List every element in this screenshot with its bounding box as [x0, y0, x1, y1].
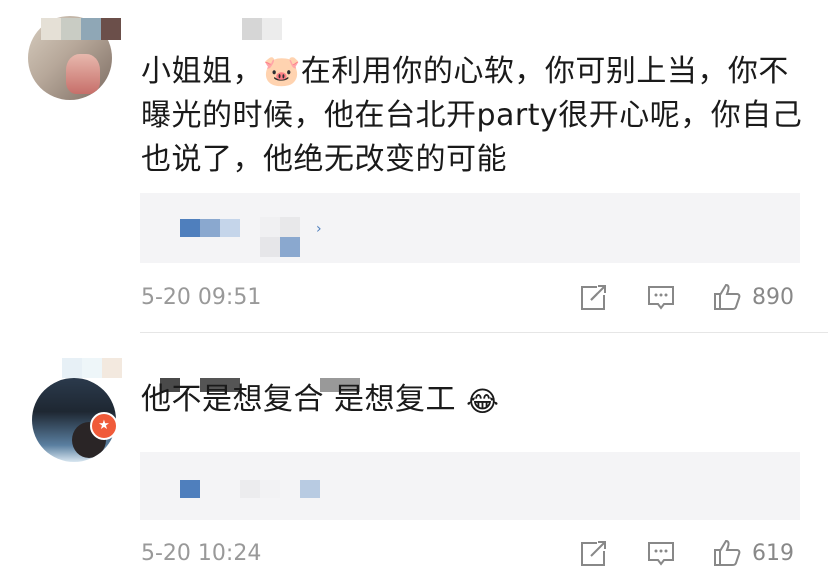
expand-arrow-icon[interactable]: ›: [316, 221, 322, 237]
comment-time: 5-20 10:24: [141, 541, 262, 566]
reply-author-mosaic[interactable]: [180, 480, 200, 498]
comment-text: 小姐姐，🐷在利用你的心软，你可别上当，你不曝光的时候，他在台北开party很开心…: [141, 54, 803, 177]
laughing-face-icon: 😂: [466, 385, 500, 418]
comment-text-content: 他不是想复合 是想复工: [141, 382, 457, 417]
username-mosaic[interactable]: [41, 18, 121, 40]
username-mosaic[interactable]: [62, 358, 122, 378]
username-mosaic[interactable]: [242, 18, 282, 40]
comment-item: 小姐姐，🐷在利用你的心软，你可别上当，你不曝光的时候，他在台北开party很开心…: [0, 0, 828, 334]
comment-footer: 5-20 10:24 619: [0, 538, 828, 572]
like-count: 890: [752, 285, 794, 310]
reply-author-mosaic[interactable]: [240, 480, 280, 498]
comment-icon[interactable]: [646, 282, 676, 312]
divider: [140, 332, 828, 333]
share-icon[interactable]: [579, 538, 609, 568]
reply-author-mosaic[interactable]: [300, 480, 320, 498]
like-count: 619: [752, 541, 794, 566]
reply-preview[interactable]: ›: [140, 193, 800, 263]
comment-item: ★ 他不是想复合 是想复工 😂 5-20 10:24 619: [0, 334, 828, 586]
verified-badge-icon: ★: [90, 412, 118, 440]
reply-preview[interactable]: [140, 452, 800, 520]
thumbs-up-icon[interactable]: [712, 282, 742, 312]
share-icon[interactable]: [579, 282, 609, 312]
comment-footer: 5-20 09:51 890: [0, 282, 828, 316]
comment-time: 5-20 09:51: [141, 285, 262, 310]
reply-author-mosaic[interactable]: [180, 219, 240, 237]
comment-icon[interactable]: [646, 538, 676, 568]
thumbs-up-icon[interactable]: [712, 538, 742, 568]
reply-author-mosaic[interactable]: [260, 217, 300, 257]
comment-text: 他不是想复合 是想复工 😂: [141, 378, 641, 424]
